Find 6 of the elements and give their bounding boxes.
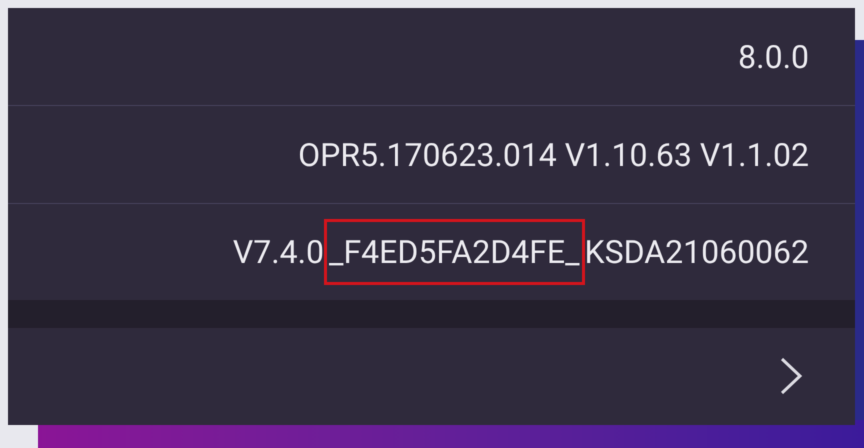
setting-value: V7.4.0 — [232, 232, 324, 273]
setting-value: KSDA21060062 — [584, 232, 809, 273]
setting-value: OPR5.170623.014 V1.10.63 V1.1.02 — [298, 134, 809, 176]
setting-value: 8.0.0 — [738, 36, 809, 78]
chevron-right-icon — [779, 356, 803, 396]
highlighted-text: _F4ED5FA2D4FE_ — [324, 219, 584, 285]
